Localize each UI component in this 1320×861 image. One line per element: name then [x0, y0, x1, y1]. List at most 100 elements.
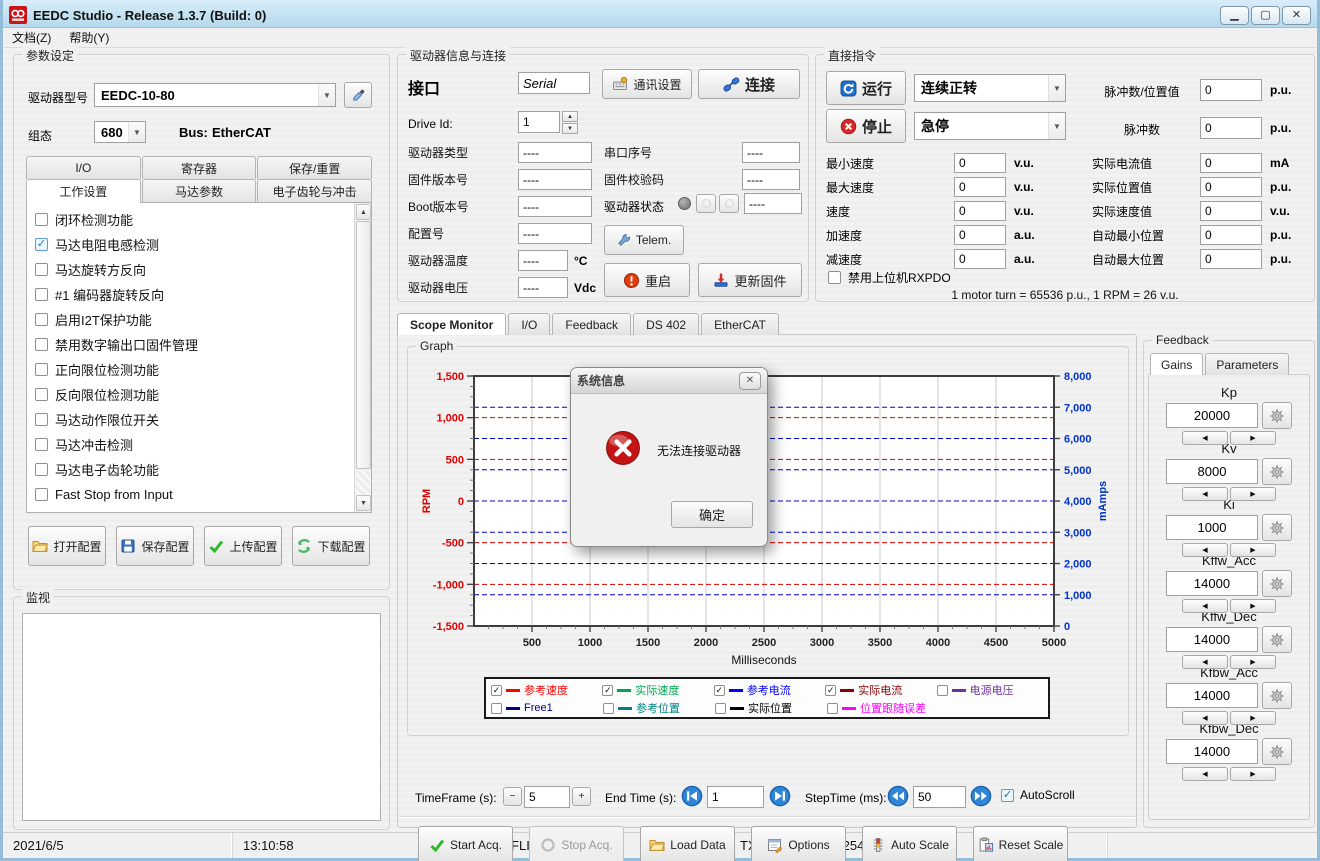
minimize-button[interactable]: ▁: [1220, 6, 1249, 25]
gain-decrease-button[interactable]: ◀: [1182, 543, 1228, 557]
worklist-item[interactable]: 禁用数字输出口固件管理: [27, 332, 354, 357]
worklist-item[interactable]: 正向限位检测功能: [27, 357, 354, 382]
steptime-field[interactable]: [913, 786, 966, 808]
field-value[interactable]: [742, 142, 800, 163]
telemetry-button[interactable]: Telem.: [604, 225, 684, 255]
config-button-2[interactable]: 上传配置: [204, 526, 282, 566]
gain-gear-button[interactable]: [1262, 570, 1292, 597]
steptime-forward-button[interactable]: [970, 785, 992, 807]
dialog-close-button[interactable]: ✕: [739, 372, 761, 390]
gain-gear-button[interactable]: [1262, 626, 1292, 653]
autoscroll-checkbox-row[interactable]: ✓ AutoScroll: [1001, 788, 1075, 802]
checkbox-icon[interactable]: ✓: [825, 685, 836, 696]
checkbox-icon[interactable]: ✓: [602, 685, 613, 696]
config-button-3[interactable]: 下载配置: [292, 526, 370, 566]
gain-value-field[interactable]: [1166, 459, 1258, 484]
param-tab-0[interactable]: I/O: [26, 156, 141, 179]
checkbox-icon[interactable]: [603, 703, 614, 714]
checkbox-icon[interactable]: [35, 288, 48, 301]
legend-item[interactable]: ✓实际电流: [825, 682, 936, 698]
chevron-down-icon[interactable]: ▼: [318, 84, 335, 106]
field-value[interactable]: [954, 177, 1006, 197]
worklist-item[interactable]: 启用I2T保护功能: [27, 307, 354, 332]
spin-up-button[interactable]: ▲: [562, 111, 578, 122]
scope-button-load-data[interactable]: Load Data: [640, 826, 735, 861]
checkbox-icon[interactable]: [35, 488, 48, 501]
comm-settings-button[interactable]: 通讯设置: [602, 69, 692, 99]
gain-gear-button[interactable]: [1262, 514, 1292, 541]
gain-increase-button[interactable]: ▶: [1230, 711, 1276, 725]
pulse-field[interactable]: [1200, 79, 1262, 101]
gain-value-field[interactable]: [1166, 683, 1258, 708]
worklist-item[interactable]: 马达冲击检测: [27, 432, 354, 457]
checkbox-icon[interactable]: [828, 271, 841, 284]
worklist-item[interactable]: Fast Stop from Input: [27, 482, 354, 507]
param-tab-2[interactable]: 保存/重置: [257, 156, 372, 179]
checkbox-icon[interactable]: [35, 363, 48, 376]
legend-item[interactable]: Free1: [491, 702, 603, 714]
gain-increase-button[interactable]: ▶: [1230, 487, 1276, 501]
scope-tab-3[interactable]: DS 402: [633, 313, 699, 335]
connect-button[interactable]: 连接: [698, 69, 800, 99]
endtime-skip-back-button[interactable]: [681, 785, 703, 807]
gain-increase-button[interactable]: ▶: [1230, 599, 1276, 613]
worklist-item[interactable]: ✓马达电阻电感检测: [27, 232, 354, 257]
timeframe-plus-button[interactable]: +: [572, 787, 591, 806]
checkbox-icon[interactable]: ✓: [35, 238, 48, 251]
legend-item[interactable]: 实际位置: [715, 700, 827, 716]
checkbox-icon[interactable]: [35, 313, 48, 326]
close-button[interactable]: ✕: [1282, 6, 1311, 25]
checkbox-icon[interactable]: [35, 463, 48, 476]
checkbox-icon[interactable]: [715, 703, 726, 714]
dialog-titlebar[interactable]: 系统信息 ✕: [571, 368, 767, 394]
interface-field[interactable]: [518, 72, 590, 94]
menu-item-0[interactable]: 文档(Z): [3, 27, 60, 48]
scroll-down-button[interactable]: ▼: [356, 495, 371, 511]
scroll-thumb[interactable]: [356, 221, 371, 469]
gain-decrease-button[interactable]: ◀: [1182, 487, 1228, 501]
worklist-scrollbar[interactable]: ▲ ▼: [354, 203, 371, 512]
checkbox-icon[interactable]: [35, 338, 48, 351]
worklist-item[interactable]: #1 编码器旋转反向: [27, 282, 354, 307]
gain-value-field[interactable]: [1166, 515, 1258, 540]
gain-value-field[interactable]: [1166, 739, 1258, 764]
drive-status-button-1[interactable]: [696, 194, 716, 213]
pulse-field[interactable]: [1200, 117, 1262, 139]
gain-value-field[interactable]: [1166, 571, 1258, 596]
gain-value-field[interactable]: [1166, 403, 1258, 428]
scroll-up-button[interactable]: ▲: [356, 204, 371, 220]
param-tab-3[interactable]: 工作设置: [26, 179, 141, 203]
worklist-item[interactable]: [27, 507, 354, 513]
menu-item-1[interactable]: 帮助(Y): [60, 27, 118, 48]
checkbox-icon[interactable]: ✓: [714, 685, 725, 696]
field-value[interactable]: [518, 142, 592, 163]
checkbox-icon[interactable]: ✓: [1001, 789, 1014, 802]
scope-tab-1[interactable]: I/O: [508, 313, 550, 335]
dialog-ok-button[interactable]: 确定: [671, 501, 753, 528]
drive-status-field[interactable]: [744, 193, 802, 214]
checkbox-icon[interactable]: [491, 703, 502, 714]
chevron-down-icon[interactable]: ▼: [1048, 75, 1065, 101]
checkbox-icon[interactable]: [827, 703, 838, 714]
config-button-0[interactable]: 打开配置: [28, 526, 106, 566]
stop-mode-combobox[interactable]: 急停▼: [914, 112, 1066, 140]
field-value[interactable]: [742, 169, 800, 190]
endtime-skip-forward-button[interactable]: [769, 785, 791, 807]
gain-increase-button[interactable]: ▶: [1230, 431, 1276, 445]
field-value[interactable]: [518, 223, 592, 244]
gain-decrease-button[interactable]: ◀: [1182, 711, 1228, 725]
checkbox-icon[interactable]: ✓: [491, 685, 502, 696]
gain-value-field[interactable]: [1166, 627, 1258, 652]
gain-gear-button[interactable]: [1262, 682, 1292, 709]
field-value[interactable]: [1200, 201, 1262, 221]
timeframe-minus-button[interactable]: −: [503, 787, 522, 806]
worklist-item[interactable]: 马达动作限位开关: [27, 407, 354, 432]
config-button-1[interactable]: 保存配置: [116, 526, 194, 566]
drive-id-field[interactable]: [518, 111, 560, 133]
gain-decrease-button[interactable]: ◀: [1182, 655, 1228, 669]
scope-button-options[interactable]: Options: [751, 826, 846, 861]
timeframe-field[interactable]: [524, 786, 570, 808]
worklist-item[interactable]: 马达电子齿轮功能: [27, 457, 354, 482]
update-firmware-button[interactable]: 更新固件: [698, 263, 802, 297]
field-value[interactable]: [1200, 225, 1262, 245]
